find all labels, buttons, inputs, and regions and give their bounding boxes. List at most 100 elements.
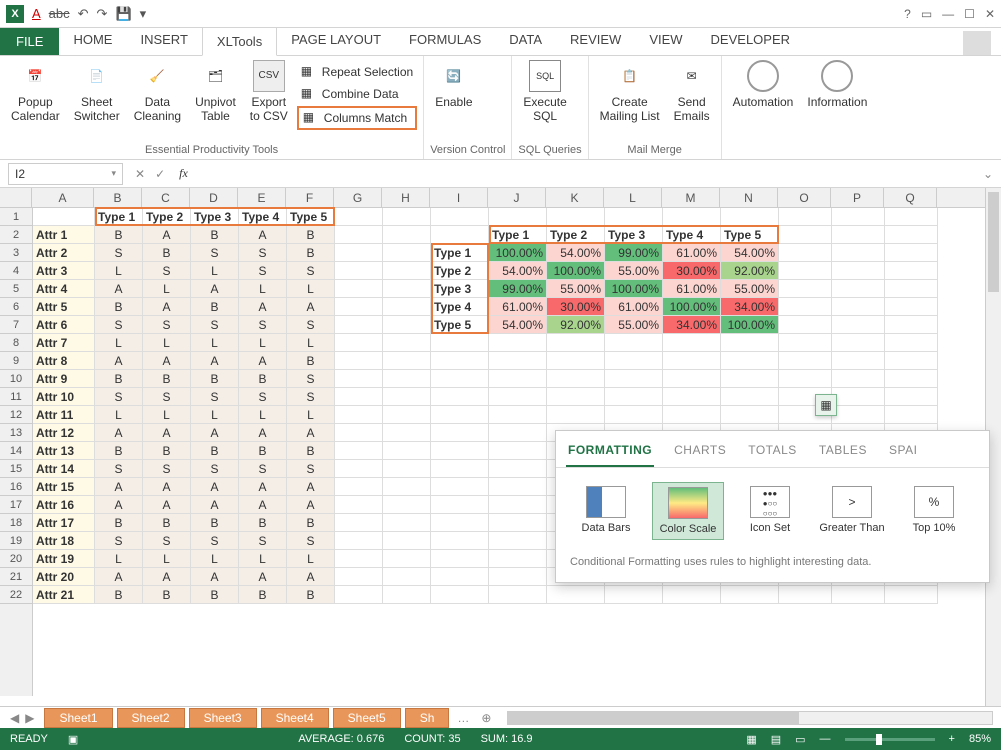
cell-K9[interactable]: [547, 352, 605, 370]
cell-G11[interactable]: [335, 388, 383, 406]
cell-I14[interactable]: [431, 442, 489, 460]
tab-data[interactable]: DATA: [495, 26, 556, 55]
cell-B18[interactable]: B: [95, 514, 143, 532]
strike-icon[interactable]: abc: [49, 6, 70, 21]
col-header-M[interactable]: M: [662, 188, 720, 207]
cell-Q3[interactable]: [885, 244, 938, 262]
cell-K6[interactable]: 30.00%: [547, 298, 605, 316]
row-header-9[interactable]: 9: [0, 352, 32, 370]
cell-I16[interactable]: [431, 478, 489, 496]
cell-B19[interactable]: S: [95, 532, 143, 550]
repeat-selection-button[interactable]: ▦Repeat Selection: [297, 62, 417, 82]
row-header-17[interactable]: 17: [0, 496, 32, 514]
cell-M12[interactable]: [663, 406, 721, 424]
qa-tab-charts[interactable]: CHARTS: [672, 439, 728, 467]
cell-A2[interactable]: Attr 1: [33, 226, 95, 244]
cell-A21[interactable]: Attr 20: [33, 568, 95, 586]
data-cleaning-button[interactable]: 🧹Data Cleaning: [129, 58, 186, 143]
row-header-22[interactable]: 22: [0, 586, 32, 604]
row-header-6[interactable]: 6: [0, 298, 32, 316]
unpivot-table-button[interactable]: 🗂Unpivot Table: [190, 58, 241, 143]
cell-L2[interactable]: Type 3: [605, 226, 663, 244]
col-header-D[interactable]: D: [190, 188, 238, 207]
col-header-C[interactable]: C: [142, 188, 190, 207]
cell-H13[interactable]: [383, 424, 431, 442]
cell-C18[interactable]: B: [143, 514, 191, 532]
cell-C21[interactable]: A: [143, 568, 191, 586]
sheet-tab-sheet4[interactable]: Sheet4: [261, 708, 329, 728]
ribbon-options-icon[interactable]: ▭: [921, 7, 932, 21]
cell-H18[interactable]: [383, 514, 431, 532]
accept-formula-icon[interactable]: ✓: [155, 167, 165, 181]
cell-E6[interactable]: A: [239, 298, 287, 316]
cell-A17[interactable]: Attr 16: [33, 496, 95, 514]
name-box[interactable]: I2▾: [8, 163, 123, 185]
cell-B7[interactable]: S: [95, 316, 143, 334]
cell-A11[interactable]: Attr 10: [33, 388, 95, 406]
cell-F16[interactable]: A: [287, 478, 335, 496]
row-header-3[interactable]: 3: [0, 244, 32, 262]
cell-H21[interactable]: [383, 568, 431, 586]
cell-E2[interactable]: A: [239, 226, 287, 244]
add-sheet-icon[interactable]: ⊕: [473, 711, 499, 725]
cell-M1[interactable]: [663, 208, 721, 226]
cell-D18[interactable]: B: [191, 514, 239, 532]
sheet-nav-next-icon[interactable]: ▶: [25, 711, 34, 725]
sheet-nav-prev-icon[interactable]: ◀: [10, 711, 19, 725]
cell-E13[interactable]: A: [239, 424, 287, 442]
tab-view[interactable]: VIEW: [635, 26, 696, 55]
cell-E4[interactable]: S: [239, 262, 287, 280]
cell-D3[interactable]: S: [191, 244, 239, 262]
cell-A3[interactable]: Attr 2: [33, 244, 95, 262]
cell-O4[interactable]: [779, 262, 832, 280]
col-header-G[interactable]: G: [334, 188, 382, 207]
cell-A15[interactable]: Attr 14: [33, 460, 95, 478]
cell-P12[interactable]: [832, 406, 885, 424]
cell-D12[interactable]: L: [191, 406, 239, 424]
cell-O10[interactable]: [779, 370, 832, 388]
cell-C7[interactable]: S: [143, 316, 191, 334]
cell-J6[interactable]: 61.00%: [489, 298, 547, 316]
cell-B22[interactable]: B: [95, 586, 143, 604]
row-header-15[interactable]: 15: [0, 460, 32, 478]
cell-A6[interactable]: Attr 5: [33, 298, 95, 316]
enable-vc-button[interactable]: 🔄Enable: [430, 58, 477, 143]
cell-K4[interactable]: 100.00%: [547, 262, 605, 280]
cell-I10[interactable]: [431, 370, 489, 388]
cell-D15[interactable]: S: [191, 460, 239, 478]
cell-G14[interactable]: [335, 442, 383, 460]
cell-K1[interactable]: [547, 208, 605, 226]
cell-J18[interactable]: [489, 514, 547, 532]
cell-G21[interactable]: [335, 568, 383, 586]
cell-J11[interactable]: [489, 388, 547, 406]
col-header-E[interactable]: E: [238, 188, 286, 207]
expand-formula-icon[interactable]: ⌄: [975, 167, 1001, 181]
cell-A7[interactable]: Attr 6: [33, 316, 95, 334]
col-header-O[interactable]: O: [778, 188, 831, 207]
cell-E14[interactable]: B: [239, 442, 287, 460]
cell-A12[interactable]: Attr 11: [33, 406, 95, 424]
sheet-tab-sheet3[interactable]: Sheet3: [189, 708, 257, 728]
sheet-tab-sheet5[interactable]: Sheet5: [333, 708, 401, 728]
cell-J3[interactable]: 100.00%: [489, 244, 547, 262]
cell-K2[interactable]: Type 2: [547, 226, 605, 244]
cell-I19[interactable]: [431, 532, 489, 550]
cell-C4[interactable]: S: [143, 262, 191, 280]
cancel-formula-icon[interactable]: ✕: [135, 167, 145, 181]
cell-G15[interactable]: [335, 460, 383, 478]
cell-P2[interactable]: [832, 226, 885, 244]
cell-G1[interactable]: [335, 208, 383, 226]
cell-G2[interactable]: [335, 226, 383, 244]
cell-C1[interactable]: Type 2: [143, 208, 191, 226]
select-all-corner[interactable]: [0, 188, 32, 207]
cell-F15[interactable]: S: [287, 460, 335, 478]
row-header-16[interactable]: 16: [0, 478, 32, 496]
cell-D13[interactable]: A: [191, 424, 239, 442]
cell-E11[interactable]: S: [239, 388, 287, 406]
cell-I7[interactable]: Type 5: [431, 316, 489, 334]
sheet-tab-sh[interactable]: Sh: [405, 708, 450, 728]
cell-F2[interactable]: B: [287, 226, 335, 244]
cell-I6[interactable]: Type 4: [431, 298, 489, 316]
cell-O6[interactable]: [779, 298, 832, 316]
cell-B6[interactable]: B: [95, 298, 143, 316]
